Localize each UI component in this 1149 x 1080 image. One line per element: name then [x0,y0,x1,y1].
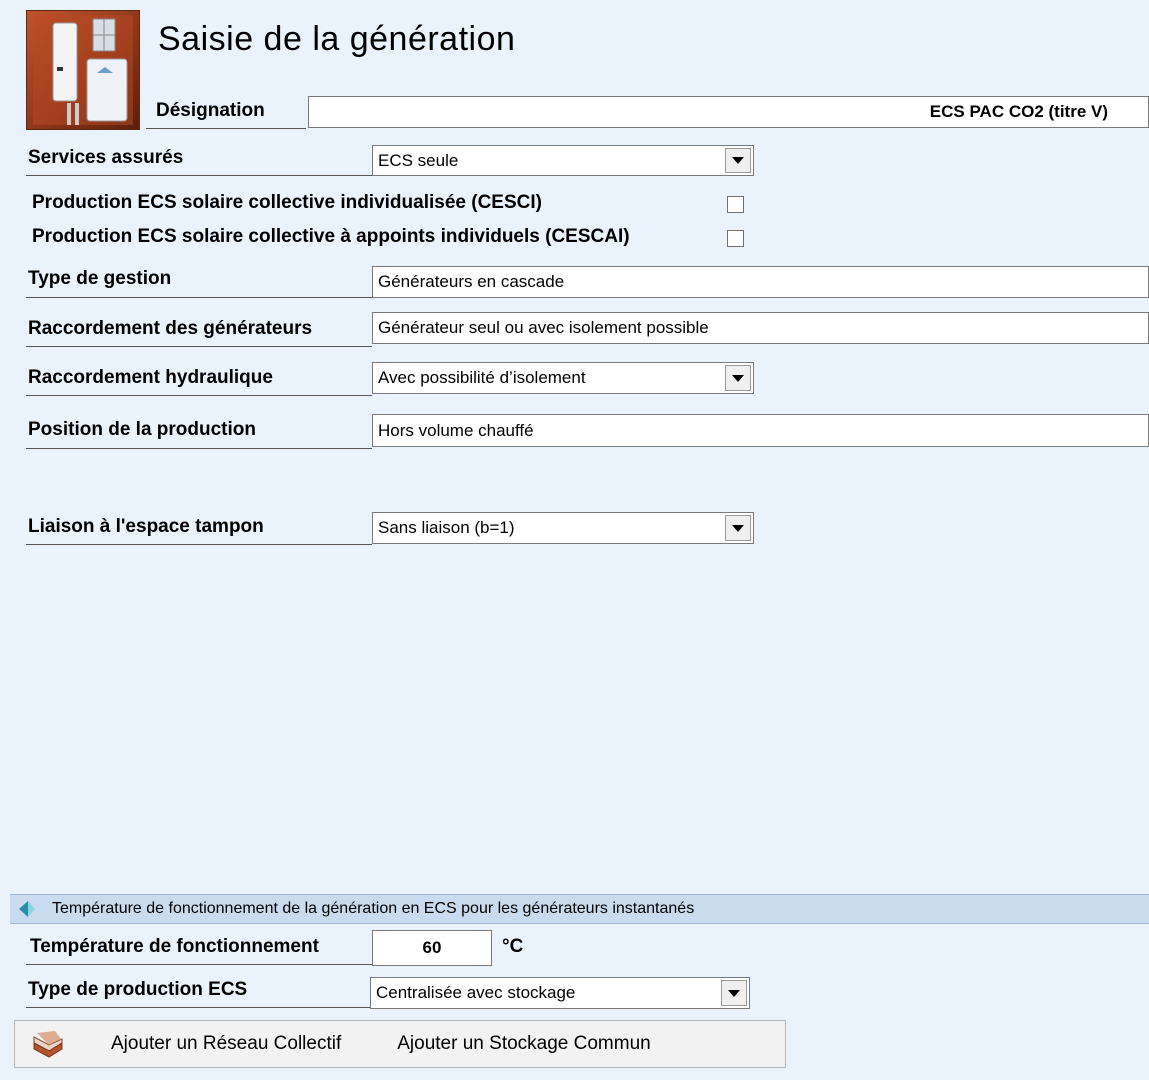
designation-underline [146,128,306,129]
position-field[interactable]: Hors volume chauffé [372,414,1149,447]
gestion-value: Générateurs en cascade [378,272,565,291]
position-label: Position de la production [28,419,256,440]
chevron-down-icon[interactable] [721,980,747,1006]
designation-value: ECS PAC CO2 (titre V) [929,102,1108,121]
gestion-field[interactable]: Générateurs en cascade [372,266,1149,298]
services-label: Services assurés [28,147,184,168]
add-stockage-button[interactable]: Ajouter un Stockage Commun [397,1033,650,1055]
chevron-down-icon[interactable] [725,515,751,541]
services-select[interactable]: ECS seule [372,145,754,176]
cescai-checkbox[interactable] [727,230,744,247]
page-title: Saisie de la génération [158,20,516,58]
prod-underline [26,1007,372,1008]
raccordement-hyd-underline [26,395,372,396]
designation-label: Désignation [156,100,265,121]
liaison-underline [26,544,372,545]
section-title: Température de fonctionnement de la géné… [52,900,695,917]
prod-select[interactable]: Centralisée avec stockage [370,977,750,1009]
temp-unit: °C [502,936,524,957]
cesci-label: Production ECS solaire collective indivi… [32,192,542,213]
bottom-toolbar: Ajouter un Réseau Collectif Ajouter un S… [14,1020,786,1068]
gestion-underline [26,297,372,298]
temp-input[interactable]: 60 [372,930,492,966]
cesci-checkbox[interactable] [727,196,744,213]
prod-label: Type de production ECS [28,979,248,1000]
water-heater-icon [33,15,133,125]
raccordement-hyd-label: Raccordement hydraulique [28,367,273,388]
raccordement-gen-label: Raccordement des générateurs [28,318,313,339]
raccordement-gen-value: Générateur seul ou avec isolement possib… [378,318,709,337]
temp-underline [26,964,372,965]
liaison-label: Liaison à l'espace tampon [28,516,264,537]
network-tool-icon [33,1031,63,1058]
gestion-label: Type de gestion [28,268,172,289]
prod-value: Centralisée avec stockage [376,983,576,1002]
raccordement-hyd-select[interactable]: Avec possibilité d’isolement [372,362,754,394]
position-value: Hors volume chauffé [378,420,534,440]
temp-label: Température de fonctionnement [30,936,319,957]
liaison-select[interactable]: Sans liaison (b=1) [372,512,754,544]
section-header[interactable]: Température de fonctionnement de la géné… [10,894,1149,924]
raccordement-gen-field[interactable]: Générateur seul ou avec isolement possib… [372,312,1149,344]
position-underline [26,448,372,449]
temp-value: 60 [422,938,442,957]
raccordement-gen-underline [26,346,372,347]
liaison-value: Sans liaison (b=1) [378,518,515,537]
chevron-down-icon[interactable] [725,365,751,391]
chevron-down-icon[interactable] [725,148,751,173]
designation-input[interactable]: ECS PAC CO2 (titre V) [308,96,1149,128]
generator-image [26,10,140,130]
services-value: ECS seule [378,150,459,170]
collapse-arrow-icon[interactable] [16,898,38,920]
raccordement-hyd-value: Avec possibilité d’isolement [378,368,586,387]
cescai-label: Production ECS solaire collective à appo… [32,226,630,247]
add-reseau-button[interactable]: Ajouter un Réseau Collectif [111,1033,341,1055]
services-underline [26,175,372,176]
